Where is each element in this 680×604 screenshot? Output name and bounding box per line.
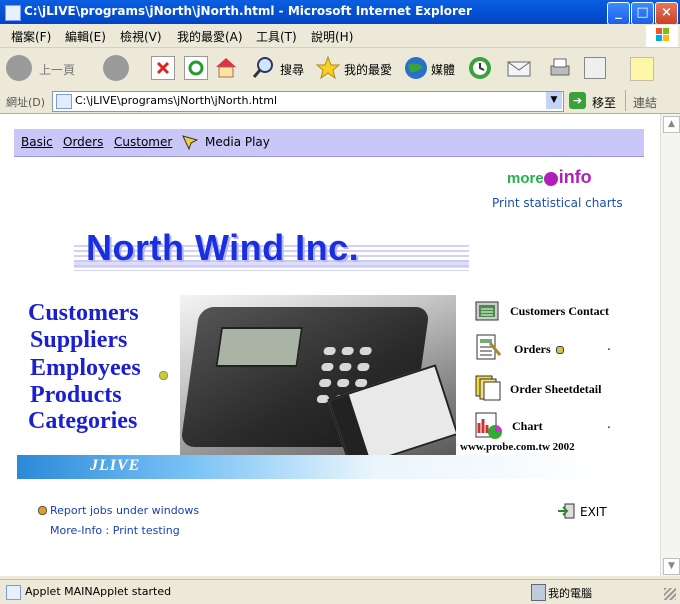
menu-bar: 檔案(F) 編輯(E) 檢視(V) 我的最愛(A) 工具(T) 說明(H)	[0, 24, 680, 48]
page-icon	[56, 94, 72, 109]
ie-page-icon	[5, 5, 21, 21]
address-url: C:\jLIVE\programs\jNorth\jNorth.html	[75, 94, 277, 107]
scroll-down-icon[interactable]: ▼	[663, 558, 680, 575]
link-orders[interactable]: Orders	[514, 342, 551, 357]
info-text: info	[558, 167, 592, 187]
page-content: Basic Orders Customer Media Play more inf…	[0, 114, 660, 576]
edit-icon[interactable]	[584, 57, 606, 79]
sheet-detail-icon[interactable]	[474, 374, 502, 401]
divider	[625, 90, 626, 111]
media-play-icon	[182, 134, 199, 151]
orders-dot-icon	[556, 346, 564, 354]
star-icon	[315, 55, 341, 80]
link-customers-contact[interactable]: Customers Contact	[510, 304, 609, 319]
menu-file[interactable]: 檔案(F)	[11, 28, 51, 45]
maximize-button[interactable]: □	[631, 2, 654, 25]
address-input[interactable]: C:\jLIVE\programs\jNorth\jNorth.html ▼	[52, 91, 564, 112]
menu-view[interactable]: 檢視(V)	[120, 28, 162, 45]
history-icon[interactable]	[467, 55, 493, 81]
more-info-logo[interactable]: more info	[507, 167, 592, 188]
back-arrow-icon	[6, 55, 32, 81]
more-text: more	[507, 170, 544, 187]
my-computer-icon	[531, 584, 546, 601]
phone-planner-photo	[180, 295, 456, 455]
menu-favorites[interactable]: 我的最愛(A)	[177, 28, 243, 45]
nav-orders[interactable]: Orders	[63, 135, 103, 149]
exit-icon[interactable]	[557, 503, 575, 519]
nav-basic[interactable]: Basic	[21, 135, 53, 149]
nav-customer[interactable]: Customer	[114, 135, 172, 149]
home-icon[interactable]	[214, 55, 238, 79]
indicator-dot-icon	[159, 371, 168, 380]
menu-tools[interactable]: 工具(T)	[256, 28, 297, 45]
exit-link[interactable]: EXIT	[580, 505, 607, 519]
print-charts-link[interactable]: Print statistical charts	[492, 196, 623, 210]
orders-dot-marker: .	[607, 339, 611, 353]
close-button[interactable]: ×	[655, 2, 678, 25]
go-arrow-icon: ➔	[569, 92, 586, 109]
windows-logo-icon	[646, 25, 678, 47]
messenger-note-icon[interactable]	[630, 57, 654, 81]
jlive-banner-text: JLIVE	[90, 457, 141, 474]
globe-media-icon	[405, 57, 427, 79]
menu-help[interactable]: 說明(H)	[311, 28, 353, 45]
phone-display	[215, 327, 304, 367]
refresh-icon[interactable]	[184, 56, 208, 80]
link-products[interactable]: Products	[30, 382, 122, 409]
window-title: C:\jLIVE\programs\jNorth\jNorth.html - M…	[24, 4, 472, 18]
menu-edit[interactable]: 編輯(E)	[65, 28, 106, 45]
contacts-icon[interactable]	[474, 298, 502, 324]
print-icon[interactable]	[548, 56, 572, 80]
scroll-up-icon[interactable]: ▲	[663, 116, 680, 133]
toolbar: 上一頁 搜尋 我的最愛 媒體	[0, 48, 680, 90]
info-badge-icon	[543, 172, 558, 187]
bullet-icon	[38, 506, 47, 515]
link-chart[interactable]: Chart	[512, 419, 543, 434]
address-label: 網址(D)	[6, 96, 46, 109]
orders-icon[interactable]	[474, 333, 502, 360]
chart-dot-marker: .	[607, 417, 611, 431]
stop-icon[interactable]	[151, 56, 175, 80]
back-label: 上一頁	[39, 63, 76, 77]
nav-bar: Basic Orders Customer Media Play	[14, 129, 644, 157]
status-bar: Applet MAINApplet started 我的電腦	[0, 579, 680, 604]
company-logo-title: North Wind Inc.	[86, 227, 360, 268]
minimize-button[interactable]: _	[607, 2, 630, 25]
link-suppliers[interactable]: Suppliers	[30, 327, 127, 354]
address-dropdown-icon[interactable]: ▼	[546, 92, 562, 109]
status-text: Applet MAINApplet started	[25, 585, 172, 598]
resize-grip-icon[interactable]	[664, 588, 676, 600]
go-label: 移至	[592, 96, 617, 110]
favorites-label: 我的最愛	[344, 63, 393, 77]
vertical-scrollbar[interactable]: ▲ ▼	[660, 114, 680, 576]
title-bar: C:\jLIVE\programs\jNorth\jNorth.html - M…	[0, 0, 680, 25]
mail-icon[interactable]	[507, 57, 533, 79]
search-icon	[252, 57, 273, 78]
links-label[interactable]: 連結	[633, 94, 657, 111]
link-categories[interactable]: Categories	[28, 408, 137, 435]
print-testing-link[interactable]: More-Info : Print testing	[50, 524, 180, 537]
chart-icon[interactable]	[474, 411, 502, 439]
status-page-icon	[6, 585, 21, 600]
link-customers[interactable]: Customers	[28, 300, 139, 327]
media-label: 媒體	[431, 63, 456, 77]
address-bar: 網址(D) C:\jLIVE\programs\jNorth\jNorth.ht…	[0, 89, 680, 114]
link-order-sheetdetail[interactable]: Order Sheetdetail	[510, 382, 601, 397]
security-zone-label: 我的電腦	[548, 587, 592, 600]
report-jobs-link[interactable]: Report jobs under windows	[50, 504, 199, 517]
search-label: 搜尋	[280, 63, 305, 77]
credit-text: www.probe.com.tw 2002	[460, 441, 575, 453]
forward-icon[interactable]	[103, 55, 129, 81]
link-employees[interactable]: Employees	[30, 355, 141, 382]
nav-media-play[interactable]: Media Play	[205, 135, 270, 149]
